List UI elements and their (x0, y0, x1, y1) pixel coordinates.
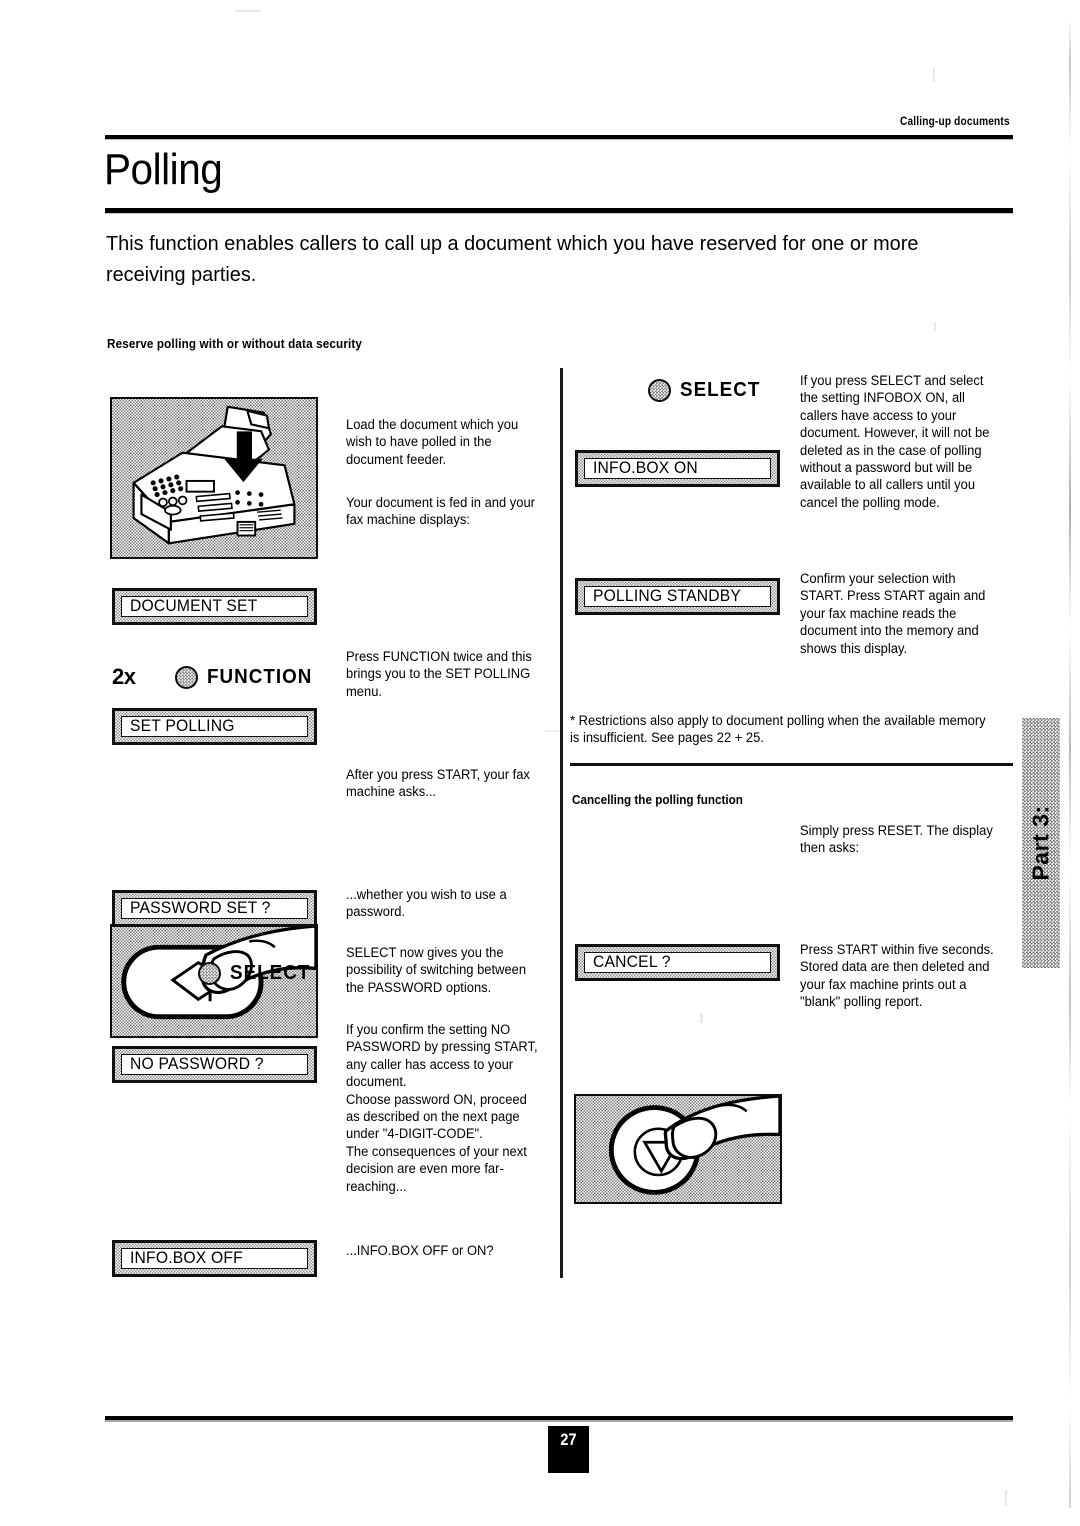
scan-artefact (700, 1014, 703, 1023)
lcd-display-no-password: NO PASSWORD ? (112, 1046, 317, 1083)
lcd-text: CANCEL ? (593, 953, 671, 971)
lcd-inner: SET POLLING (121, 716, 308, 737)
step-text-no-password-explanation: If you confirm the setting NO PASSWORD b… (346, 1022, 538, 1194)
key-label-select: SELECT (680, 378, 761, 401)
scan-artefact (1005, 1490, 1007, 1506)
column-divider (560, 368, 563, 1278)
select-key-icon[interactable] (648, 378, 671, 402)
page-number-box: 27 (548, 1426, 589, 1473)
scan-artefact (933, 68, 935, 82)
part-tab-label: Part 3: (1027, 805, 1054, 881)
key-press-count: 2x (112, 664, 136, 689)
running-head: Calling-up documents (900, 116, 1010, 128)
lcd-display-polling-standby: POLLING STANDBY (575, 578, 780, 615)
hand-pressing-reset-key-illustration (574, 1094, 782, 1204)
header-rule (105, 135, 1013, 140)
scan-artefact (934, 322, 936, 331)
footnote-rule (570, 763, 1013, 766)
section-heading-cancelling-polling: Cancelling the polling function (572, 792, 743, 807)
footnote-memory-restrictions: * Restrictions also apply to document po… (570, 713, 986, 746)
fax-machine-document-feeder-illustration (110, 397, 318, 559)
function-key-icon[interactable] (175, 665, 199, 689)
lcd-inner: CANCEL ? (584, 952, 771, 973)
key-row-function[interactable]: 2x FUNCTION (112, 662, 332, 692)
lcd-text: POLLING STANDBY (593, 587, 742, 605)
section-heading-reserve-polling: Reserve polling with or without data sec… (107, 336, 363, 351)
intro-paragraph: This function enables callers to call up… (106, 232, 919, 286)
step-text-infobox-off-or-on: ...INFO.BOX OFF or ON? (346, 1243, 494, 1258)
lcd-display-password-set: PASSWORD SET ? (112, 890, 317, 927)
lcd-text: INFO.BOX ON (593, 459, 698, 477)
lcd-display-set-polling: SET POLLING (112, 708, 317, 745)
key-label-function: FUNCTION (207, 665, 313, 688)
step-text-confirm-with-start: Confirm your selection with START. Press… (800, 571, 986, 656)
key-label-select: SELECT (230, 961, 311, 984)
step-text-document-fed-in: Your document is fed in and your fax mac… (346, 495, 536, 528)
lcd-display-document-set: DOCUMENT SET (112, 588, 317, 625)
scan-artefact (235, 10, 261, 12)
lcd-text: INFO.BOX OFF (130, 1249, 243, 1267)
step-text-load-document: Load the document which you wish to have… (346, 417, 519, 467)
lcd-text: NO PASSWORD ? (130, 1055, 264, 1073)
page-number: 27 (560, 1430, 577, 1449)
lcd-display-infobox-off: INFO.BOX OFF (112, 1240, 317, 1277)
lcd-inner: INFO.BOX ON (584, 458, 771, 479)
lcd-text: DOCUMENT SET (130, 597, 258, 615)
lcd-inner: INFO.BOX OFF (121, 1248, 308, 1269)
step-text-press-start-five-seconds: Press START within five seconds. Stored … (800, 942, 994, 1010)
lcd-text: PASSWORD SET ? (130, 899, 271, 917)
lcd-inner: POLLING STANDBY (584, 586, 771, 607)
lcd-display-cancel: CANCEL ? (575, 944, 780, 981)
step-text-infobox-on-explanation: If you press SELECT and select the setti… (800, 373, 990, 510)
scan-artefact (545, 730, 559, 732)
lcd-text: SET POLLING (130, 717, 235, 735)
title-rule (105, 208, 1013, 214)
lcd-inner: PASSWORD SET ? (121, 898, 308, 919)
lcd-inner: NO PASSWORD ? (121, 1054, 308, 1075)
select-key-icon[interactable] (198, 961, 221, 985)
lcd-inner: DOCUMENT SET (121, 596, 308, 617)
step-text-after-press-start: After you press START, your fax machine … (346, 767, 530, 800)
lcd-display-infobox-on: INFO.BOX ON (575, 450, 780, 487)
page-title: Polling (104, 145, 223, 194)
footer-rule (105, 1416, 1013, 1422)
step-text-select-password-options: SELECT now gives you the possibility of … (346, 945, 527, 995)
step-text-press-reset: Simply press RESET. The display then ask… (800, 823, 993, 856)
scanned-manual-page: Calling-up documents Polling This functi… (0, 0, 1080, 1526)
step-text-whether-password: ...whether you wish to use a password. (346, 887, 507, 920)
scan-edge-artefact (1069, 18, 1071, 1508)
part-tab: Part 3: (1022, 718, 1060, 968)
step-text-press-function: Press FUNCTION twice and this brings you… (346, 649, 532, 699)
